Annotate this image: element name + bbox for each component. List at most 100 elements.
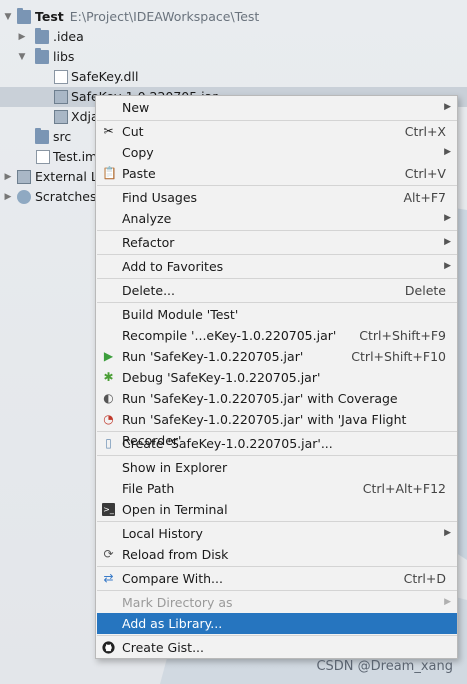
menu-item-label: New — [122, 100, 150, 115]
menu-separator — [97, 566, 457, 567]
menu-separator — [97, 521, 457, 522]
menu-item-label: Build Module 'Test' — [122, 307, 239, 322]
menu-item-refactor[interactable]: Refactor ▶ — [97, 232, 457, 253]
clipboard-icon: 📋 — [102, 166, 117, 180]
menu-item-debug[interactable]: ✱ Debug 'SafeKey-1.0.220705.jar' — [97, 367, 457, 388]
menu-item-label: Create Gist... — [122, 640, 205, 655]
tree-item-label: External Li — [35, 169, 102, 184]
terminal-icon: >_ — [102, 503, 115, 516]
submenu-arrow-icon: ▶ — [444, 261, 451, 271]
context-menu: New ▶ ✂ Cut Ctrl+X Copy ▶ 📋 Paste Ctrl+V… — [95, 95, 458, 659]
collapsed-arrow-icon[interactable]: ▶ — [3, 167, 13, 187]
menu-separator — [97, 185, 457, 186]
menu-item-shortcut: Delete — [404, 283, 446, 298]
tree-row-safekey-dll[interactable]: SafeKey.dll — [0, 67, 467, 87]
menu-item-mark-directory-as[interactable]: Mark Directory as ▶ — [97, 592, 457, 613]
menu-item-label: Open in Terminal — [122, 502, 228, 517]
menu-item-paste[interactable]: 📋 Paste Ctrl+V — [97, 163, 457, 184]
jar-file-icon — [54, 90, 68, 104]
menu-item-label: Reload from Disk — [122, 547, 229, 562]
debug-icon: ✱ — [103, 370, 114, 384]
menu-item-delete[interactable]: Delete... Delete — [97, 280, 457, 301]
library-icon — [17, 170, 31, 184]
menu-item-shortcut: Ctrl+Alt+F12 — [362, 481, 446, 496]
submenu-arrow-icon: ▶ — [444, 213, 451, 223]
watermark-text: CSDN @Dream_xang — [316, 659, 453, 674]
menu-item-shortcut: Alt+F7 — [403, 190, 446, 205]
menu-item-show-in-explorer[interactable]: Show in Explorer — [97, 457, 457, 478]
submenu-arrow-icon: ▶ — [444, 147, 451, 157]
menu-item-add-to-favorites[interactable]: Add to Favorites ▶ — [97, 256, 457, 277]
expand-arrow-icon[interactable]: ▼ — [3, 7, 13, 27]
menu-item-open-in-terminal[interactable]: >_ Open in Terminal — [97, 499, 457, 520]
submenu-arrow-icon: ▶ — [444, 597, 451, 607]
menu-item-compare-with[interactable]: ⇄ Compare With... Ctrl+D — [97, 568, 457, 589]
menu-item-shortcut: Ctrl+V — [404, 166, 446, 181]
tree-row-project-root[interactable]: ▼ Test E:\Project\IDEAWorkspace\Test — [0, 7, 467, 27]
submenu-arrow-icon: ▶ — [444, 102, 451, 112]
menu-item-label: Add as Library... — [122, 616, 223, 631]
config-icon: ▯ — [105, 436, 112, 450]
tree-item-label: src — [53, 129, 72, 144]
menu-item-new[interactable]: New ▶ — [97, 97, 457, 118]
github-icon — [102, 641, 115, 654]
menu-item-label: Paste — [122, 166, 156, 181]
menu-separator — [97, 431, 457, 432]
menu-item-label: File Path — [122, 481, 175, 496]
menu-item-find-usages[interactable]: Find Usages Alt+F7 — [97, 187, 457, 208]
project-path: E:\Project\IDEAWorkspace\Test — [69, 9, 260, 24]
menu-item-add-as-library[interactable]: Add as Library... — [97, 613, 457, 634]
menu-separator — [97, 455, 457, 456]
module-folder-icon — [17, 8, 31, 24]
collapsed-arrow-icon[interactable]: ▶ — [3, 187, 13, 207]
menu-item-label: Add to Favorites — [122, 259, 224, 274]
menu-item-label: Cut — [122, 124, 144, 139]
menu-item-analyze[interactable]: Analyze ▶ — [97, 208, 457, 229]
menu-item-label: Create 'SafeKey-1.0.220705.jar'... — [122, 436, 333, 451]
project-name: Test — [35, 9, 64, 24]
file-icon — [54, 70, 68, 84]
file-icon — [36, 150, 50, 164]
run-icon: ▶ — [103, 349, 114, 363]
profiler-icon: ◔ — [103, 412, 114, 426]
menu-item-run-flight-recorder[interactable]: ◔ Run 'SafeKey-1.0.220705.jar' with 'Jav… — [97, 409, 457, 448]
menu-item-create-gist[interactable]: Create Gist... — [97, 637, 457, 658]
menu-item-label: Debug 'SafeKey-1.0.220705.jar' — [122, 370, 321, 385]
tree-item-label: Test.iml — [53, 149, 101, 164]
menu-item-build-module[interactable]: Build Module 'Test' — [97, 304, 457, 325]
folder-icon — [35, 28, 49, 44]
menu-item-label: Show in Explorer — [122, 460, 228, 475]
menu-item-shortcut: Ctrl+D — [403, 571, 446, 586]
tree-item-label: libs — [53, 49, 75, 64]
menu-item-recompile[interactable]: Recompile '...eKey-1.0.220705.jar' Ctrl+… — [97, 325, 457, 346]
menu-item-shortcut: Ctrl+Shift+F9 — [359, 328, 446, 343]
menu-item-cut[interactable]: ✂ Cut Ctrl+X — [97, 121, 457, 142]
scratches-icon — [17, 190, 31, 204]
menu-item-copy[interactable]: Copy ▶ — [97, 142, 457, 163]
menu-item-label: Recompile '...eKey-1.0.220705.jar' — [122, 328, 337, 343]
tree-row-libs[interactable]: ▼ libs — [0, 47, 467, 67]
jar-file-icon — [54, 110, 68, 124]
menu-item-shortcut: Ctrl+Shift+F10 — [351, 349, 446, 364]
collapsed-arrow-icon[interactable]: ▶ — [17, 27, 27, 47]
menu-separator — [97, 635, 457, 636]
menu-item-local-history[interactable]: Local History ▶ — [97, 523, 457, 544]
menu-item-label: Find Usages — [122, 190, 198, 205]
menu-item-reload-from-disk[interactable]: ⟳ Reload from Disk — [97, 544, 457, 565]
menu-item-label: Delete... — [122, 283, 175, 298]
menu-item-label: Run 'SafeKey-1.0.220705.jar' with Covera… — [122, 391, 398, 406]
menu-item-label: Mark Directory as — [122, 595, 233, 610]
reload-icon: ⟳ — [103, 547, 114, 561]
menu-item-label: Compare With... — [122, 571, 223, 586]
menu-separator — [97, 254, 457, 255]
menu-separator — [97, 278, 457, 279]
menu-item-file-path[interactable]: File Path Ctrl+Alt+F12 — [97, 478, 457, 499]
tree-row-idea[interactable]: ▶ .idea — [0, 27, 467, 47]
menu-item-label: Copy — [122, 145, 154, 160]
menu-item-run[interactable]: ▶ Run 'SafeKey-1.0.220705.jar' Ctrl+Shif… — [97, 346, 457, 367]
menu-item-run-coverage[interactable]: ◐ Run 'SafeKey-1.0.220705.jar' with Cove… — [97, 388, 457, 409]
menu-item-label: Analyze — [122, 211, 172, 226]
expand-arrow-icon[interactable]: ▼ — [17, 47, 27, 67]
submenu-arrow-icon: ▶ — [444, 528, 451, 538]
menu-item-create-config[interactable]: ▯ Create 'SafeKey-1.0.220705.jar'... — [97, 433, 457, 454]
